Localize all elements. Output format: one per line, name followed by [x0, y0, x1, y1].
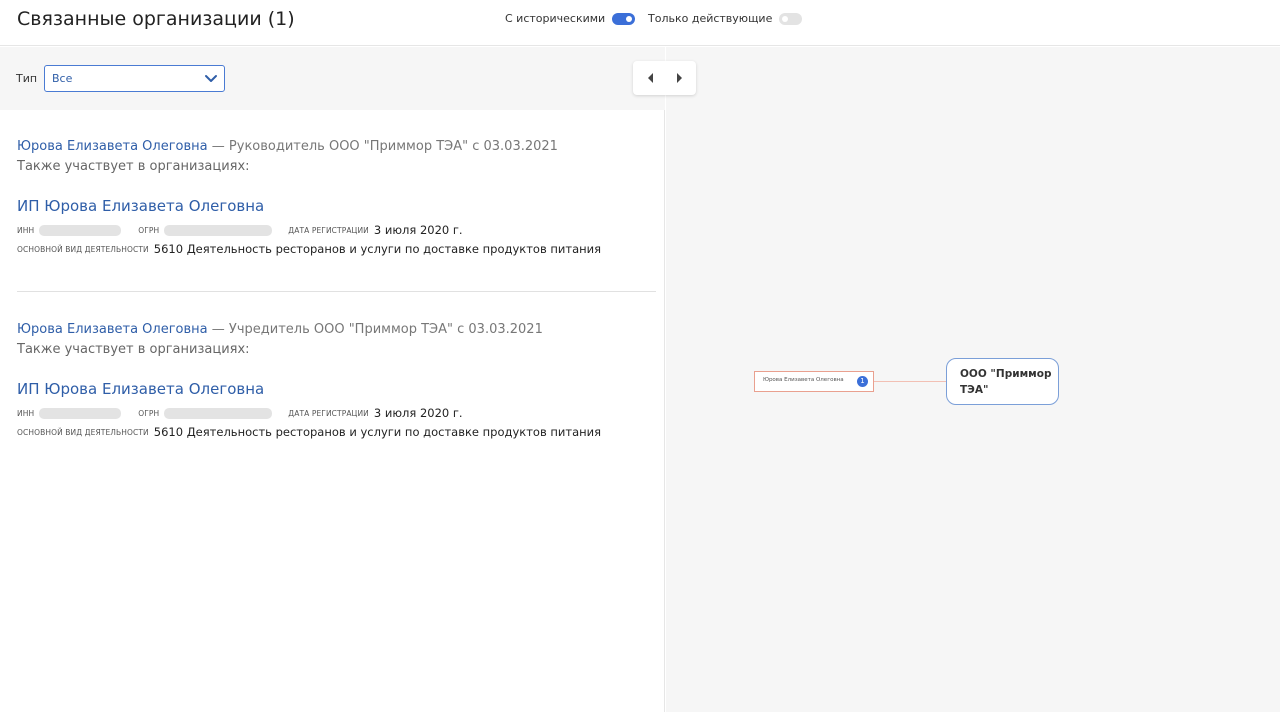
- graph-person-badge: 1: [857, 376, 868, 387]
- ogrn-label: ОГРН: [138, 408, 160, 418]
- graph-person-node[interactable]: Юрова Елизавета Олеговна 1: [754, 371, 874, 392]
- toggle-active-only-label: Только действующие: [648, 12, 773, 25]
- list-item: Юрова Елизавета Олеговна — Учредитель ОО…: [17, 320, 657, 440]
- reg-date-label: ДАТА РЕГИСТРАЦИИ: [288, 225, 369, 235]
- also-participates-text: Также участвует в организациях:: [17, 159, 250, 174]
- graph-org-label: ООО "Приммор ТЭА": [960, 368, 1052, 396]
- ogrn-value-redacted: [164, 224, 273, 236]
- toggle-historical-switch[interactable]: [612, 12, 636, 25]
- divider: [17, 291, 656, 292]
- role-text: — Руководитель ООО "Приммор ТЭА" с 03.03…: [207, 139, 558, 154]
- ogrn-value-redacted: [164, 407, 273, 419]
- arrow-left-icon[interactable]: [644, 71, 658, 85]
- toggle-active-only[interactable]: Только действующие: [648, 12, 803, 25]
- type-filter-label: Тип: [16, 72, 38, 85]
- inn-value-redacted: [39, 407, 122, 419]
- activity-row: ОСНОВНОЙ ВИД ДЕЯТЕЛЬНОСТИ 5610 Деятельно…: [17, 241, 657, 257]
- toggle-active-only-switch[interactable]: [779, 12, 803, 25]
- arrow-right-icon[interactable]: [672, 71, 686, 85]
- activity-label: ОСНОВНОЙ ВИД ДЕЯТЕЛЬНОСТИ: [17, 244, 149, 254]
- org-meta-row: ИНН ОГРН ДАТА РЕГИСТРАЦИИ 3 июля 2020 г.: [17, 222, 657, 238]
- activity-label: ОСНОВНОЙ ВИД ДЕЯТЕЛЬНОСТИ: [17, 427, 149, 437]
- header: Связанные организации (1) С историческим…: [0, 0, 1280, 46]
- activity-value: 5610 Деятельность ресторанов и услуги по…: [153, 425, 602, 439]
- inn-label: ИНН: [17, 225, 35, 235]
- related-list-panel: Тип Все Юрова Елизавета Олеговна — Руков…: [0, 47, 665, 712]
- type-filter-value: Все: [52, 72, 73, 85]
- inn-label: ИНН: [17, 408, 35, 418]
- person-link[interactable]: Юрова Елизавета Олеговна: [17, 139, 208, 154]
- page-title: Связанные организации (1): [17, 8, 295, 30]
- ogrn-label: ОГРН: [138, 225, 160, 235]
- toggle-historical[interactable]: С историческими: [505, 12, 636, 25]
- org-meta-row: ИНН ОГРН ДАТА РЕГИСТРАЦИИ 3 июля 2020 г.: [17, 405, 657, 421]
- type-filter-select[interactable]: Все: [44, 65, 225, 92]
- role-line: Юрова Елизавета Олеговна — Учредитель ОО…: [17, 320, 657, 340]
- chevron-down-icon: [205, 75, 217, 82]
- list-item: Юрова Елизавета Олеговна — Руководитель …: [17, 137, 657, 257]
- role-text: — Учредитель ООО "Приммор ТЭА" с 03.03.2…: [207, 322, 543, 337]
- reg-date-value: 3 июля 2020 г.: [373, 406, 463, 420]
- graph-org-node[interactable]: ООО "Приммор ТЭА": [946, 358, 1059, 405]
- person-link[interactable]: Юрова Елизавета Олеговна: [17, 322, 208, 337]
- org-link[interactable]: ИП Юрова Елизавета Олеговна: [17, 379, 657, 399]
- graph-person-label: Юрова Елизавета Олеговна: [763, 377, 844, 383]
- reg-date-label: ДАТА РЕГИСТРАЦИИ: [288, 408, 369, 418]
- org-link[interactable]: ИП Юрова Елизавета Олеговна: [17, 196, 657, 216]
- activity-row: ОСНОВНОЙ ВИД ДЕЯТЕЛЬНОСТИ 5610 Деятельно…: [17, 424, 657, 440]
- graph-edge: [874, 381, 947, 382]
- panel-nav: [633, 61, 696, 95]
- reg-date-value: 3 июля 2020 г.: [373, 223, 463, 237]
- also-participates-text: Также участвует в организациях:: [17, 342, 250, 357]
- role-line: Юрова Елизавета Олеговна — Руководитель …: [17, 137, 657, 157]
- activity-value: 5610 Деятельность ресторанов и услуги по…: [153, 242, 602, 256]
- toggle-historical-label: С историческими: [505, 12, 606, 25]
- inn-value-redacted: [39, 224, 122, 236]
- filter-bar: Тип Все: [0, 47, 665, 110]
